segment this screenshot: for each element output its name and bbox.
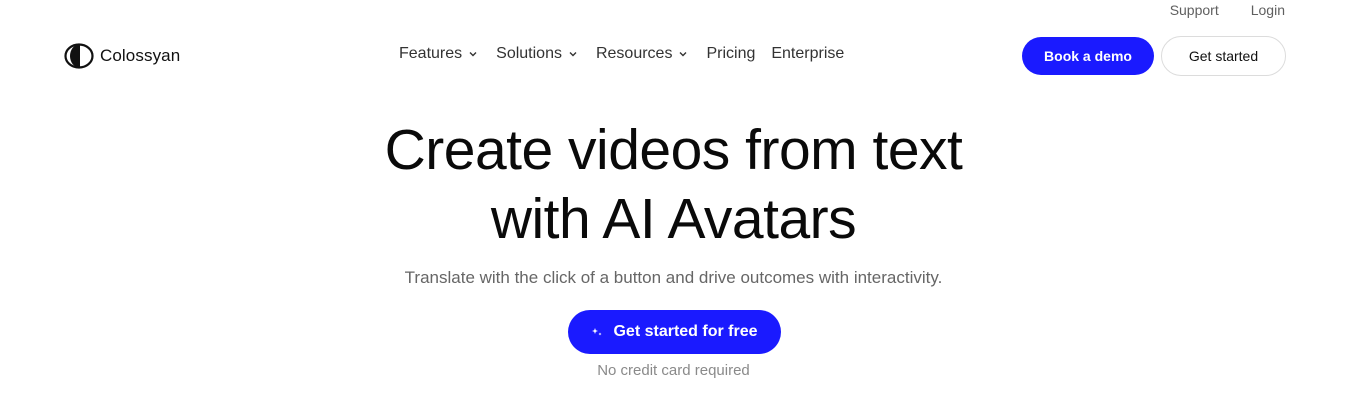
book-demo-button[interactable]: Book a demo [1022,37,1154,75]
nav-item-label: Solutions [496,45,562,62]
nav-item-pricing[interactable]: Pricing [706,45,755,63]
main-navigation: Colossyan Features Solutions Resources P… [0,36,1347,76]
nav-item-label: Enterprise [771,45,845,62]
hero-title: Create videos from text with AI Avatars [0,116,1347,254]
hero-title-line-2: with AI Avatars [490,187,857,251]
nav-item-features[interactable]: Features [399,45,478,63]
chevron-down-icon [569,52,577,57]
cta-label: Get started for free [613,323,758,340]
top-utility-links: Support Login [1170,2,1285,18]
chevron-down-icon [469,52,477,57]
brand-name: Colossyan [100,46,181,65]
colossyan-logo-icon [64,43,94,69]
nav-item-label: Resources [595,45,673,62]
nav-item-solutions[interactable]: Solutions [496,45,578,63]
support-link[interactable]: Support [1170,2,1219,18]
hero-subtitle: Translate with the click of a button and… [404,268,943,287]
get-started-button[interactable]: Get started [1161,36,1286,76]
nav-item-resources[interactable]: Resources [596,45,688,63]
nav-menu: Features Solutions Resources Pricing Ent… [399,45,860,63]
nav-item-label: Pricing [706,45,756,62]
nav-item-enterprise[interactable]: Enterprise [771,45,844,63]
sparkle-icon [592,328,602,336]
nav-item-label: Features [399,45,463,62]
chevron-down-icon [679,52,687,57]
get-started-free-button[interactable]: Get started for free [568,310,781,354]
no-credit-card-note: No credit card required [597,362,750,379]
brand-logo[interactable]: Colossyan [64,43,180,69]
login-link[interactable]: Login [1251,2,1285,18]
hero-title-line-1: Create videos from text [384,118,963,182]
